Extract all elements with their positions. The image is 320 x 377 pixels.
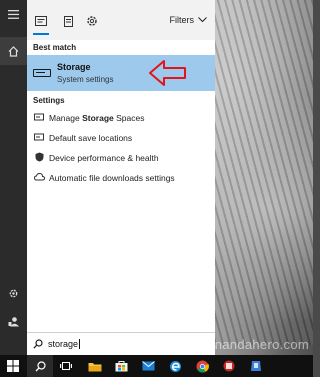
filters-label: Filters [169,15,195,25]
setting-item-label: Automatic file downloads settings [49,173,175,183]
store-button[interactable] [108,355,134,377]
app-icon [251,361,261,371]
mail-button[interactable] [135,355,161,377]
filters-dropdown[interactable]: Filters [170,15,208,25]
search-results-panel: Filters Best match Storage System settin… [27,0,215,355]
app-button-red[interactable] [216,355,242,377]
search-input[interactable]: storage [27,332,215,355]
best-match-result[interactable]: Storage System settings [27,55,215,91]
search-icon [35,360,46,371]
search-panel-header: Filters [27,0,215,40]
setting-item-label: Default save locations [49,133,133,143]
home-icon [8,45,19,57]
gear-icon [9,289,18,297]
hamburger-menu-button[interactable] [0,0,27,28]
store-icon [115,361,127,372]
watermark-text: nandahero.com [214,337,309,352]
best-match-subtitle: System settings [57,75,114,84]
settings-rail-button[interactable] [0,279,27,307]
chrome-icon [196,360,209,373]
chevron-down-icon [198,17,207,23]
start-left-rail [0,0,27,355]
task-view-icon [60,362,72,370]
search-input-value: storage [48,339,81,349]
folder-icon [88,362,102,371]
home-button[interactable] [0,37,27,65]
chrome-browser-button[interactable] [189,355,215,377]
start-button[interactable] [0,355,26,377]
user-icon [8,316,19,326]
mail-icon [141,361,155,371]
taskbar-search-button[interactable] [27,355,53,377]
edge-browser-button[interactable] [162,355,188,377]
setting-item-automatic-file-downloads[interactable]: Automatic file downloads settings [27,168,215,188]
taskbar [0,355,313,377]
setting-item-label: Device performance & health [49,153,159,163]
documents-tab[interactable] [61,14,75,28]
setting-item-device-performance[interactable]: Device performance & health [27,148,215,168]
red-arrow-annotation [149,60,186,86]
storage-spaces-icon [31,113,47,123]
settings-heading: Settings [33,96,65,105]
user-account-button[interactable] [0,307,27,335]
best-match-title: Storage [57,62,91,72]
save-location-icon [31,133,47,143]
app-button-blue[interactable] [243,355,269,377]
task-view-button[interactable] [53,355,79,377]
edge-icon [169,360,181,372]
file-explorer-button[interactable] [82,355,108,377]
setting-item-label: Manage Storage Spaces [49,113,145,123]
gear-icon [87,16,97,26]
best-match-heading: Best match [33,43,77,52]
document-icon [63,15,73,27]
apps-tab[interactable] [33,14,49,35]
hamburger-icon [8,9,19,19]
search-icon [33,339,43,349]
setting-item-default-save-locations[interactable]: Default save locations [27,128,215,148]
settings-tab[interactable] [85,14,99,28]
windows-logo-icon [7,360,19,372]
cloud-icon [31,172,47,183]
app-icon [223,360,235,372]
apps-icon [35,16,47,26]
wallpaper-texture [215,0,313,345]
setting-item-manage-storage-spaces[interactable]: Manage Storage Spaces [27,108,215,128]
shield-icon [31,152,47,164]
storage-drive-icon [33,69,51,77]
